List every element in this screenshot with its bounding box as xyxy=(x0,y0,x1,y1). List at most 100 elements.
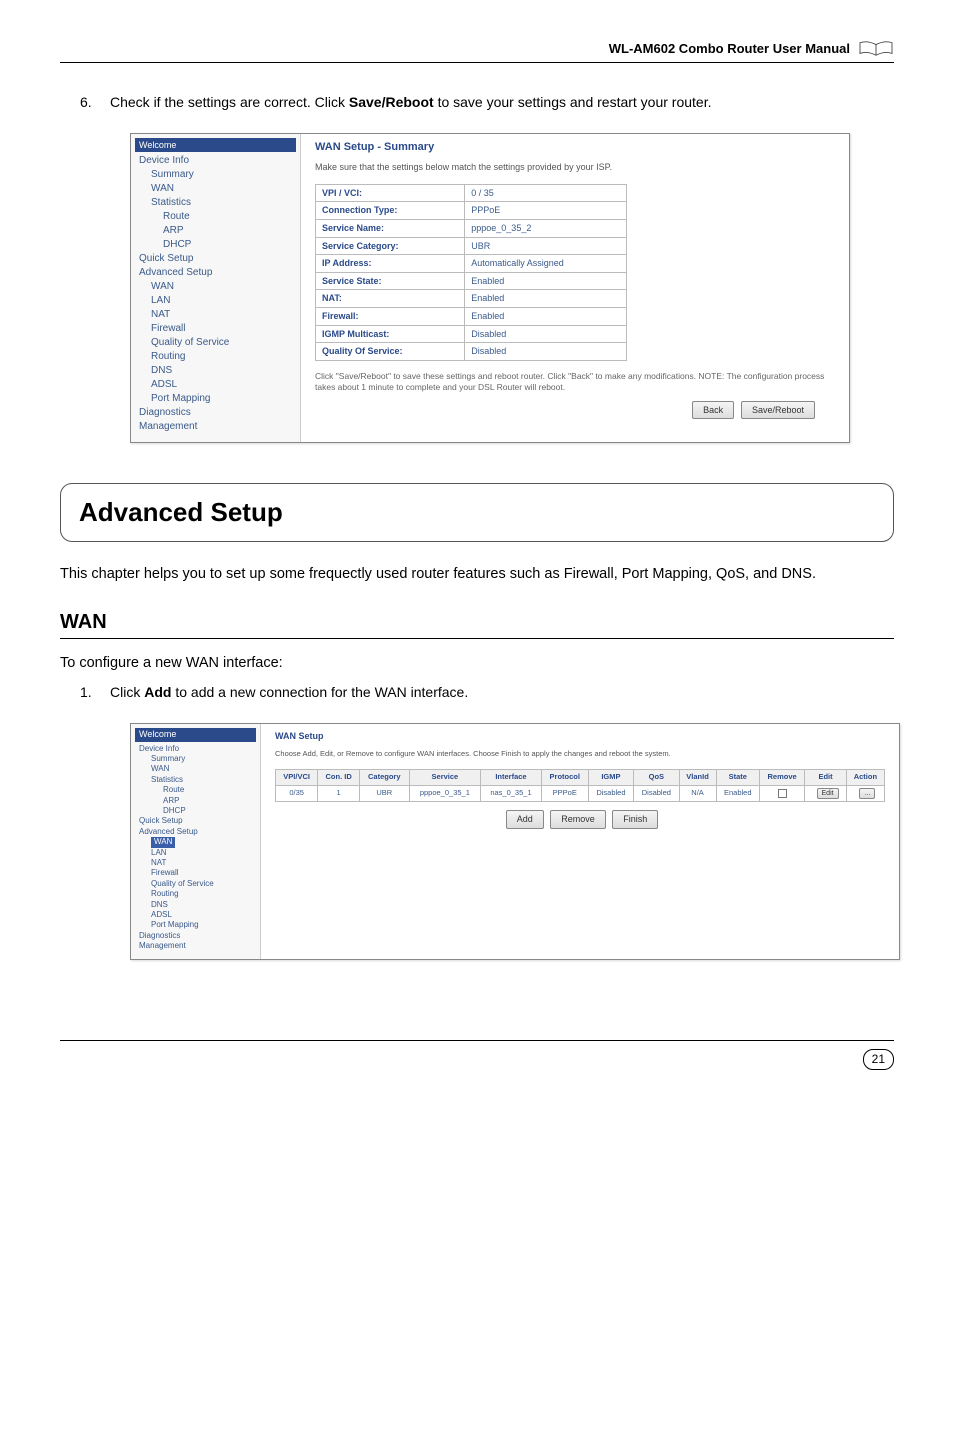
wan-table: VPI/VCICon. IDCategoryServiceInterfacePr… xyxy=(275,769,885,802)
tree-header: Welcome xyxy=(135,138,296,153)
column-header: Service xyxy=(409,770,481,786)
tree-item[interactable]: Management xyxy=(135,420,296,434)
table-cell: Edit xyxy=(805,785,846,802)
tree-item[interactable]: Route xyxy=(135,785,256,795)
tree-item[interactable]: LAN xyxy=(135,294,296,308)
tree-item[interactable]: WAN xyxy=(135,837,256,847)
section-intro: This chapter helps you to set up some fr… xyxy=(60,564,894,584)
table-row: Service Category:UBR xyxy=(316,237,627,255)
tree-item[interactable]: Advanced Setup xyxy=(135,827,256,837)
tree-item[interactable]: NAT xyxy=(135,858,256,868)
step-number: 1. xyxy=(80,683,96,703)
tree-item[interactable]: WAN xyxy=(135,280,296,294)
tree-item[interactable]: ADSL xyxy=(135,378,296,392)
tree-item[interactable]: Quick Setup xyxy=(135,816,256,826)
column-header: VPI/VCI xyxy=(276,770,318,786)
wan-step-1: 1. Click Add to add a new connection for… xyxy=(80,683,894,703)
step-text: Click Add to add a new connection for th… xyxy=(110,683,894,703)
step-text: Check if the settings are correct. Click… xyxy=(110,93,894,113)
tree-item[interactable]: Routing xyxy=(135,889,256,899)
table-cell: N/A xyxy=(679,785,716,802)
tree-item[interactable]: Routing xyxy=(135,350,296,364)
table-row: VPI / VCI:0 / 35 xyxy=(316,184,627,202)
screenshot-wan-summary: Welcome Device InfoSummaryWANStatisticsR… xyxy=(130,133,850,444)
add-button[interactable]: Add xyxy=(506,810,544,829)
tree-item[interactable]: Diagnostics xyxy=(135,931,256,941)
screenshot-wan-setup: Welcome Device InfoSummaryWANStatisticsR… xyxy=(130,723,900,961)
tree-item[interactable]: ADSL xyxy=(135,910,256,920)
panel-desc: Make sure that the settings below match … xyxy=(315,161,835,174)
tree-item[interactable]: Statistics xyxy=(135,775,256,785)
panel-heading: WAN Setup xyxy=(275,730,885,743)
table-cell: pppoe_0_35_1 xyxy=(409,785,481,802)
tree-item[interactable]: DNS xyxy=(135,900,256,910)
back-button[interactable]: Back xyxy=(692,401,734,420)
action-button[interactable]: ... xyxy=(859,788,875,800)
table-cell: nas_0_35_1 xyxy=(481,785,542,802)
tree-item[interactable]: Device Info xyxy=(135,744,256,754)
nav-tree: Welcome Device InfoSummaryWANStatisticsR… xyxy=(131,724,261,960)
table-cell: UBR xyxy=(359,785,409,802)
section-title-box: Advanced Setup xyxy=(60,483,894,541)
subsection-title: WAN xyxy=(60,608,894,639)
table-cell: Disabled xyxy=(588,785,633,802)
tree-item[interactable]: Summary xyxy=(135,754,256,764)
panel-desc: Choose Add, Edit, or Remove to configure… xyxy=(275,749,885,760)
tree-item[interactable]: ARP xyxy=(135,224,296,238)
column-header: Remove xyxy=(759,770,804,786)
tree-item[interactable]: NAT xyxy=(135,308,296,322)
tree-item[interactable]: DHCP xyxy=(135,806,256,816)
tree-item[interactable]: Device Info xyxy=(135,154,296,168)
tree-item[interactable]: Port Mapping xyxy=(135,920,256,930)
column-header: Edit xyxy=(805,770,846,786)
tree-item[interactable]: Advanced Setup xyxy=(135,266,296,280)
tree-item[interactable]: Firewall xyxy=(135,322,296,336)
tree-item[interactable]: Management xyxy=(135,941,256,951)
table-cell: ... xyxy=(846,785,884,802)
tree-item[interactable]: Port Mapping xyxy=(135,392,296,406)
tree-item[interactable]: Route xyxy=(135,210,296,224)
wan-intro: To configure a new WAN interface: xyxy=(60,653,894,673)
edit-button[interactable]: Edit xyxy=(817,788,839,800)
table-cell: Disabled xyxy=(634,785,679,802)
column-header: IGMP xyxy=(588,770,633,786)
main-panel: WAN Setup - Summary Make sure that the s… xyxy=(301,134,849,443)
page-footer: 21 xyxy=(60,1040,894,1070)
page-header: WL-AM602 Combo Router User Manual xyxy=(60,40,894,63)
column-header: Protocol xyxy=(541,770,588,786)
table-row: NAT:Enabled xyxy=(316,290,627,308)
tree-item[interactable]: ARP xyxy=(135,796,256,806)
panel-heading: WAN Setup - Summary xyxy=(315,140,835,155)
table-cell: PPPoE xyxy=(541,785,588,802)
tree-header: Welcome xyxy=(135,728,256,742)
table-row: Quality Of Service:Disabled xyxy=(316,343,627,361)
table-row: Firewall:Enabled xyxy=(316,307,627,325)
tree-item[interactable]: DNS xyxy=(135,364,296,378)
tree-item[interactable]: DHCP xyxy=(135,238,296,252)
tree-item[interactable]: WAN xyxy=(135,182,296,196)
column-header: Category xyxy=(359,770,409,786)
section-title: Advanced Setup xyxy=(79,494,875,530)
save-reboot-button[interactable]: Save/Reboot xyxy=(741,401,815,420)
tree-item[interactable]: Quality of Service xyxy=(135,879,256,889)
tree-item[interactable]: Summary xyxy=(135,168,296,182)
table-row: Connection Type:PPPoE xyxy=(316,202,627,220)
remove-checkbox[interactable] xyxy=(778,789,787,798)
tree-item[interactable]: Firewall xyxy=(135,868,256,878)
tree-item[interactable]: WAN xyxy=(135,764,256,774)
panel-note: Click "Save/Reboot" to save these settin… xyxy=(315,371,835,393)
tree-item[interactable]: LAN xyxy=(135,848,256,858)
remove-button[interactable]: Remove xyxy=(550,810,606,829)
column-header: Action xyxy=(846,770,884,786)
tree-item[interactable]: Statistics xyxy=(135,196,296,210)
table-row: Service State:Enabled xyxy=(316,272,627,290)
book-icon xyxy=(858,41,894,57)
summary-table: VPI / VCI:0 / 35Connection Type:PPPoESer… xyxy=(315,184,627,361)
tree-item[interactable]: Quality of Service xyxy=(135,336,296,350)
table-row: Service Name:pppoe_0_35_2 xyxy=(316,219,627,237)
tree-item[interactable]: Quick Setup xyxy=(135,252,296,266)
tree-item[interactable]: Diagnostics xyxy=(135,406,296,420)
table-row: IP Address:Automatically Assigned xyxy=(316,255,627,273)
finish-button[interactable]: Finish xyxy=(612,810,658,829)
column-header: Interface xyxy=(481,770,542,786)
